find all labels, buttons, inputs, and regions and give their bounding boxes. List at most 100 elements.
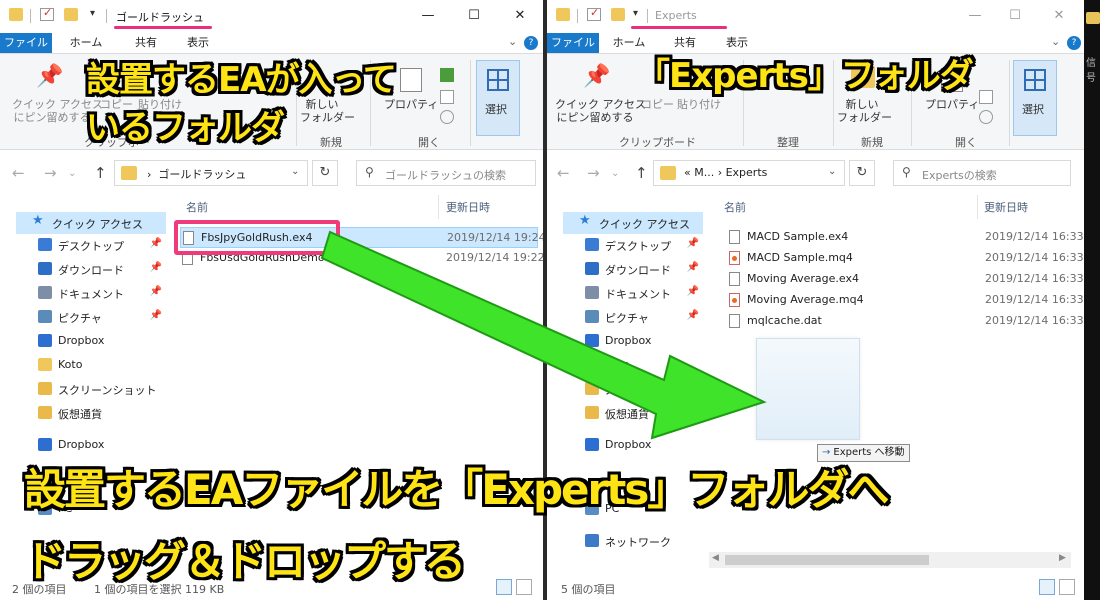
paste-button[interactable]: 貼り付け xyxy=(677,98,721,111)
breadcrumb[interactable]: › ゴールドラッシュ xyxy=(147,166,246,182)
history-icon[interactable] xyxy=(979,110,993,124)
pin-icon[interactable]: 📌 xyxy=(687,286,699,297)
pin-quick-access-button[interactable]: クイック アクセス にピン留めする xyxy=(555,98,646,124)
large-icons-view-icon[interactable] xyxy=(516,579,532,595)
sidebar-item[interactable]: スクリーンショット xyxy=(38,378,166,400)
select-button[interactable]: 選択 xyxy=(1013,60,1057,136)
address-dropdown-icon[interactable]: ⌄ xyxy=(828,166,836,177)
view-toggle[interactable] xyxy=(496,579,532,595)
pin-icon[interactable]: 📌 xyxy=(150,238,162,249)
tab-file[interactable]: ファイル xyxy=(547,33,599,53)
help-icon[interactable]: ? xyxy=(1067,36,1081,50)
pin-icon[interactable]: 📌 xyxy=(687,310,699,321)
properties-quick-icon[interactable] xyxy=(40,6,54,21)
address-bar[interactable]: « M... › Experts ⌄ xyxy=(653,160,845,186)
scrollbar-thumb[interactable] xyxy=(725,555,929,565)
select-button[interactable]: 選択 xyxy=(476,60,520,136)
pin-icon[interactable]: 📌 xyxy=(150,310,162,321)
sidebar-item[interactable]: ドキュメント 📌 xyxy=(38,282,166,304)
sidebar-item[interactable]: Koto xyxy=(38,354,166,376)
tab-share[interactable]: 共有 xyxy=(126,33,166,53)
history-icon[interactable] xyxy=(440,110,454,124)
column-header-date[interactable]: 更新日時 xyxy=(984,199,1028,215)
file-row[interactable]: Moving Average.mq4 2019/12/14 16:33 xyxy=(727,290,1084,311)
file-row[interactable]: Moving Average.ex4 2019/12/14 16:33 xyxy=(727,269,1084,290)
large-icons-view-icon[interactable] xyxy=(1059,579,1075,595)
horizontal-scrollbar[interactable]: ◀ ▶ xyxy=(709,552,1071,568)
sidebar-item[interactable]: ★ クイック アクセス xyxy=(16,212,166,234)
search-box[interactable]: ⚲ ゴールドラッシュの検索 xyxy=(356,160,536,186)
sidebar-item[interactable]: ダウンロード 📌 xyxy=(38,258,166,280)
sidebar-item[interactable]: スクリーンショ xyxy=(585,378,703,400)
close-button[interactable]: ✕ xyxy=(1049,6,1069,26)
back-arrow-icon[interactable]: ← xyxy=(557,164,570,182)
breadcrumb[interactable]: « M... › Experts xyxy=(684,166,767,179)
new-folder-button[interactable]: 新しい フォルダー xyxy=(300,98,355,124)
address-dropdown-icon[interactable]: ⌄ xyxy=(291,166,299,177)
scroll-right-icon[interactable]: ▶ xyxy=(1059,553,1066,563)
new-folder-quick-icon[interactable] xyxy=(611,8,625,21)
details-view-icon[interactable] xyxy=(1039,579,1055,595)
pin-icon[interactable]: 📌 xyxy=(150,286,162,297)
address-bar[interactable]: › ゴールドラッシュ ⌄ xyxy=(114,160,308,186)
recent-dropdown-icon[interactable]: ⌄ xyxy=(611,168,619,179)
sidebar-item[interactable]: デスクトップ 📌 xyxy=(585,234,703,256)
new-folder-quick-icon[interactable] xyxy=(64,8,78,21)
sidebar-item[interactable]: 仮想通貨 xyxy=(585,402,703,424)
search-input[interactable]: ゴールドラッシュの検索 xyxy=(385,167,506,183)
view-toggle[interactable] xyxy=(1039,579,1075,595)
column-header-date[interactable]: 更新日時 xyxy=(446,199,490,215)
sidebar-item[interactable]: ダウンロード 📌 xyxy=(585,258,703,280)
copy-button[interactable]: コピー xyxy=(641,98,674,111)
minimize-button[interactable]: — xyxy=(418,6,438,26)
sidebar-item[interactable]: Dropbox xyxy=(38,434,166,456)
tab-home[interactable]: ホーム xyxy=(66,33,106,53)
recent-dropdown-icon[interactable]: ⌄ xyxy=(68,168,76,179)
pin-quick-access-button[interactable]: クイック アクセス にピン留めする xyxy=(12,98,103,124)
tab-file[interactable]: ファイル xyxy=(0,33,52,53)
details-view-icon[interactable] xyxy=(496,579,512,595)
sidebar-item[interactable]: デスクトップ 📌 xyxy=(38,234,166,256)
breadcrumb-folder[interactable]: ゴールドラッシュ xyxy=(158,168,246,181)
sidebar-item[interactable]: 仮想通貨 xyxy=(38,402,166,424)
open-icon[interactable] xyxy=(440,68,454,82)
sidebar-item[interactable]: Dropbox xyxy=(38,330,166,352)
chevron-down-icon[interactable]: ⌄ xyxy=(508,35,517,48)
column-header-name[interactable]: 名前 xyxy=(186,199,208,215)
pin-icon[interactable]: 📌 xyxy=(687,238,699,249)
back-arrow-icon[interactable]: ← xyxy=(12,164,25,182)
refresh-button[interactable]: ↻ xyxy=(312,160,338,186)
close-button[interactable]: ✕ xyxy=(510,6,530,26)
pin-icon[interactable]: 📌 xyxy=(687,262,699,273)
edit-icon[interactable] xyxy=(440,90,454,104)
tab-view[interactable]: 表示 xyxy=(178,33,218,53)
sidebar-item[interactable]: ピクチャ 📌 xyxy=(585,306,703,328)
new-folder-button[interactable]: 新しい フォルダー xyxy=(837,98,892,124)
properties-quick-icon[interactable] xyxy=(587,6,601,21)
pin-icon[interactable]: 📌 xyxy=(150,262,162,273)
customize-quick-access-icon[interactable]: ▾ xyxy=(633,8,643,21)
minimize-button[interactable]: — xyxy=(965,6,985,26)
sidebar-item[interactable]: Dropbox xyxy=(585,330,703,352)
sidebar-item[interactable]: Koto xyxy=(585,354,703,376)
column-header-name[interactable]: 名前 xyxy=(724,199,746,215)
help-icon[interactable]: ? xyxy=(524,36,538,50)
maximize-button[interactable]: ☐ xyxy=(1005,6,1025,26)
forward-arrow-icon[interactable]: → xyxy=(587,164,600,182)
forward-arrow-icon[interactable]: → xyxy=(44,164,57,182)
scroll-left-icon[interactable]: ◀ xyxy=(712,553,719,563)
sidebar-item[interactable]: ドキュメント 📌 xyxy=(585,282,703,304)
up-arrow-icon[interactable]: ↑ xyxy=(635,164,648,182)
file-row[interactable]: mqlcache.dat 2019/12/14 16:33 xyxy=(727,311,1084,332)
chevron-down-icon[interactable]: ⌄ xyxy=(1051,35,1060,48)
maximize-button[interactable]: ☐ xyxy=(464,6,484,26)
sidebar-item[interactable]: ネットワーク xyxy=(585,530,703,552)
sidebar-item[interactable]: Dropbox xyxy=(585,434,703,456)
file-row[interactable]: MACD Sample.ex4 2019/12/14 16:33 xyxy=(727,227,1084,248)
refresh-button[interactable]: ↻ xyxy=(849,160,875,186)
file-row[interactable]: MACD Sample.mq4 2019/12/14 16:33 xyxy=(727,248,1084,269)
up-arrow-icon[interactable]: ↑ xyxy=(94,164,107,182)
search-input[interactable]: Expertsの検索 xyxy=(922,167,997,183)
customize-quick-access-icon[interactable]: ▾ xyxy=(90,8,100,21)
edit-icon[interactable] xyxy=(979,90,993,104)
